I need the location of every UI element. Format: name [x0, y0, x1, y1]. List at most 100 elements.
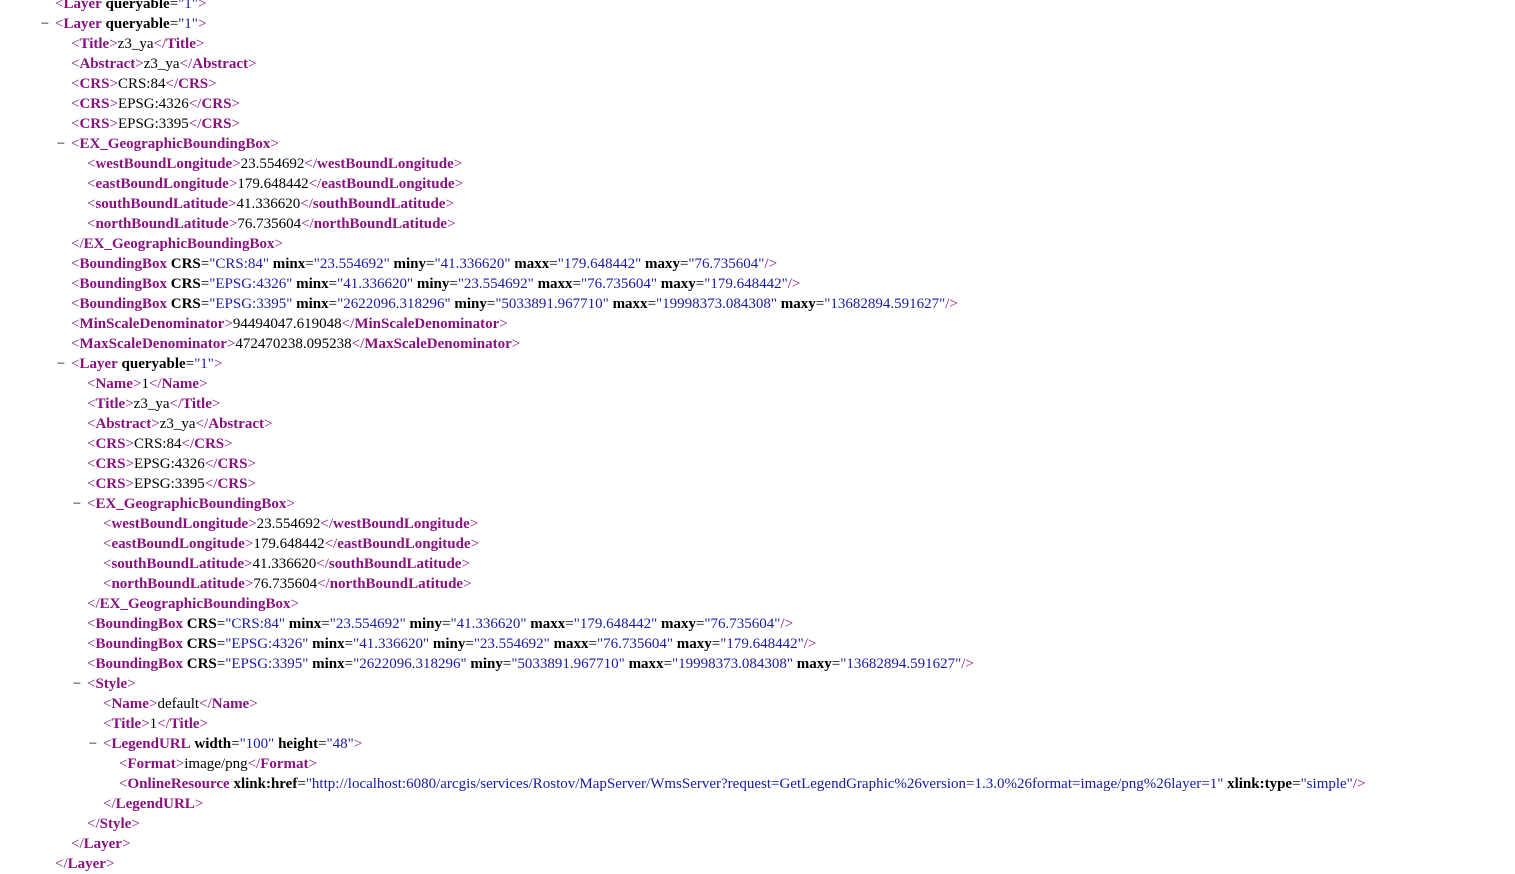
xml-line-content: <BoundingBox CRS="EPSG:4326" minx="41.33… — [87, 634, 816, 654]
text-node: CRS:84 — [117, 76, 166, 92]
attribute-name: height — [278, 736, 319, 752]
tag-bracket: </ — [71, 836, 84, 852]
xml-line-content: <eastBoundLongitude>179.648442</eastBoun… — [87, 174, 463, 194]
tag-bracket: > — [197, 16, 207, 32]
attribute-value: "23.554692" — [313, 256, 390, 272]
tag-name: LegendURL — [111, 736, 191, 752]
text-node: 23.554692 — [240, 156, 305, 172]
collapse-minus-icon[interactable] — [71, 494, 83, 514]
xml-line-content: <BoundingBox CRS="EPSG:3395" minx="26220… — [87, 654, 974, 674]
collapse-minus-icon[interactable] — [55, 354, 67, 374]
xml-line: <Layer queryable="1"> — [0, 14, 1515, 34]
tag-name: Name — [161, 376, 200, 392]
attribute-name: queryable — [105, 0, 170, 12]
tag-bracket: > — [109, 36, 118, 52]
attribute-value: "1" — [194, 356, 214, 372]
tag-bracket: </ — [87, 596, 100, 612]
tag-name: MaxScaleDenominator — [79, 336, 227, 352]
tag-name: Format — [127, 756, 176, 772]
tag-bracket: </ — [55, 856, 68, 872]
collapse-minus-icon[interactable] — [87, 734, 99, 754]
attribute-name: maxx — [530, 616, 566, 632]
xml-line-content: <Abstract>z3_ya</Abstract> — [71, 54, 257, 74]
xml-line-content: <MinScaleDenominator>94494047.619048</Mi… — [71, 314, 508, 334]
tag-name: northBoundLatitude — [329, 576, 464, 592]
xml-line-content: <Abstract>z3_ya</Abstract> — [87, 414, 273, 434]
text-node: 179.648442 — [253, 536, 325, 552]
tag-name: southBoundLatitude — [312, 196, 446, 212]
tag-bracket: /> — [764, 256, 778, 272]
xml-line-content: <CRS>CRS:84</CRS> — [71, 74, 217, 94]
tag-bracket: </ — [71, 236, 84, 252]
attribute-name: xlink:type — [1227, 776, 1293, 792]
tag-bracket: > — [213, 356, 223, 372]
text-node: = — [216, 616, 226, 632]
tag-name: CRS — [201, 96, 232, 112]
xml-line: <eastBoundLongitude>179.648442</eastBoun… — [0, 534, 1515, 554]
xml-line-content: <BoundingBox CRS="CRS:84" minx="23.55469… — [87, 614, 793, 634]
tag-bracket: > — [141, 716, 150, 732]
tag-bracket: /> — [1352, 776, 1366, 792]
tag-name: BoundingBox — [79, 296, 168, 312]
tag-name: eastBoundLongitude — [321, 176, 455, 192]
xml-line: <Title>z3_ya</Title> — [0, 394, 1515, 414]
text-node: = — [328, 276, 338, 292]
tag-bracket: </ — [204, 456, 218, 472]
attribute-name: CRS — [186, 616, 217, 632]
xml-line: <BoundingBox CRS="EPSG:4326" minx="41.33… — [0, 634, 1515, 654]
text-node: 179.648442 — [237, 176, 309, 192]
xml-line-content: <BoundingBox CRS="EPSG:4326" minx="41.33… — [71, 274, 800, 294]
tag-bracket: </ — [199, 696, 212, 712]
tag-name: Name — [111, 696, 149, 712]
xml-line: </Style> — [0, 814, 1515, 834]
xml-line: <CRS>EPSG:3395</CRS> — [0, 114, 1515, 134]
tag-bracket: </ — [165, 76, 179, 92]
tag-bracket: > — [244, 556, 253, 572]
tag-name: westBoundLongitude — [317, 156, 454, 172]
text-node: 41.336620 — [236, 196, 301, 212]
tag-bracket: > — [228, 196, 237, 212]
text-node: = — [549, 256, 558, 272]
text-node: = — [344, 656, 354, 672]
tag-bracket: > — [274, 236, 283, 252]
xml-line-content: </Layer> — [71, 834, 130, 854]
text-node: = — [465, 636, 474, 652]
text-node: = — [305, 256, 314, 272]
text-node: = — [572, 276, 582, 292]
attribute-value: "1" — [178, 0, 198, 12]
xml-line: <BoundingBox CRS="EPSG:4326" minx="41.33… — [0, 274, 1515, 294]
collapse-minus-icon[interactable] — [39, 14, 51, 34]
tag-name: EX_GeographicBoundingBox — [79, 136, 271, 152]
tag-bracket: > — [231, 116, 240, 132]
tag-bracket: > — [499, 316, 508, 332]
text-node: = — [231, 736, 240, 752]
xml-line: </Layer> — [0, 834, 1515, 854]
xml-tree-viewer: <Layer queryable="1"> <Layer queryable="1… — [0, 0, 1515, 874]
collapse-minus-icon[interactable] — [55, 134, 67, 154]
tag-bracket: > — [308, 756, 317, 772]
attribute-name: miny — [393, 256, 427, 272]
text-node: = — [663, 656, 673, 672]
tag-bracket: /> — [961, 656, 974, 672]
xml-line: <southBoundLatitude>41.336620</southBoun… — [0, 194, 1515, 214]
tag-bracket: > — [470, 536, 480, 552]
text-node: 76.735604 — [237, 216, 302, 232]
attribute-name: minx — [312, 636, 345, 652]
tag-bracket: > — [224, 436, 233, 452]
tag-bracket: > — [194, 796, 204, 812]
xml-line-content: <EX_GeographicBoundingBox> — [87, 494, 295, 514]
attribute-name: maxx — [628, 656, 664, 672]
tag-name: MinScaleDenominator — [79, 316, 225, 332]
xml-line: <Style> — [0, 674, 1515, 694]
tag-bracket: > — [232, 156, 241, 172]
tag-bracket: > — [247, 476, 256, 492]
tag-name: Style — [95, 676, 128, 692]
tag-bracket: > — [224, 316, 233, 332]
tag-name: northBoundLatitude — [111, 576, 245, 592]
attribute-name: maxy — [780, 296, 816, 312]
collapse-minus-icon[interactable] — [71, 674, 83, 694]
attribute-name: width — [194, 736, 232, 752]
xml-line-content: <Layer queryable="1"> — [71, 354, 222, 374]
xml-line: <MinScaleDenominator>94494047.619048</Mi… — [0, 314, 1515, 334]
tag-name: EX_GeographicBoundingBox — [95, 496, 287, 512]
